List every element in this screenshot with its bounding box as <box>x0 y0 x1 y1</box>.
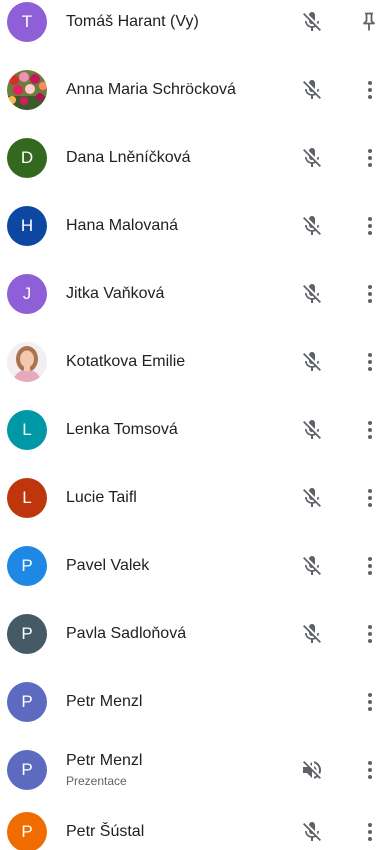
more-vert-icon[interactable] <box>358 758 381 782</box>
more-vert-icon[interactable] <box>358 622 381 646</box>
more-vert-icon[interactable] <box>358 282 381 306</box>
pin-icon[interactable] <box>357 10 381 34</box>
participant-name: Dana Lněníčková <box>66 149 191 166</box>
volume-off-icon <box>303 761 321 779</box>
avatar-photo <box>7 70 47 110</box>
participant-subtitle: Prezentace <box>66 774 127 788</box>
avatar: T <box>7 2 47 42</box>
avatar: P <box>7 682 47 722</box>
mic-off-icon <box>303 12 321 31</box>
participant-name: Pavel Valek <box>66 557 150 574</box>
avatar: P <box>7 614 47 654</box>
more-vert-icon[interactable] <box>358 78 381 102</box>
participant-row[interactable]: Kotatkova Emilie <box>0 328 381 396</box>
participant-name: Kotatkova Emilie <box>66 353 186 370</box>
mic-off-icon <box>303 420 321 439</box>
avatar: L <box>7 478 47 518</box>
avatar: P <box>7 812 47 850</box>
participant-row[interactable]: T Tomáš Harant (Vy) <box>0 0 381 56</box>
participant-row[interactable]: L Lenka Tomsová <box>0 396 381 464</box>
participant-name: Petr Šústal <box>66 823 145 840</box>
more-vert-icon[interactable] <box>358 486 381 510</box>
mic-off-icon <box>303 556 321 575</box>
participant-name: Petr Menzl <box>66 752 143 769</box>
participant-name: Hana Malovaná <box>66 217 179 234</box>
participant-name: Pavla Sadloňová <box>66 625 187 642</box>
avatar: L <box>7 410 47 450</box>
avatar-photo <box>7 342 47 382</box>
participant-row[interactable]: H Hana Malovaná <box>0 192 381 260</box>
participant-row[interactable]: Anna Maria Schröcková <box>0 56 381 124</box>
participant-row[interactable]: P Pavel Valek <box>0 532 381 600</box>
avatar: P <box>7 750 47 790</box>
more-vert-icon[interactable] <box>358 146 381 170</box>
mic-off-icon <box>303 624 321 643</box>
mic-off-icon <box>303 352 321 371</box>
mic-off-icon <box>303 80 321 99</box>
mic-off-icon <box>303 148 321 167</box>
participant-name: Lucie Taifl <box>66 489 137 506</box>
more-vert-icon[interactable] <box>358 554 381 578</box>
participant-name: Jitka Vaňková <box>66 285 165 302</box>
participant-row[interactable]: P Petr Menzl <box>0 668 381 736</box>
mic-off-icon <box>303 284 321 303</box>
mic-off-icon <box>303 822 321 841</box>
participant-row[interactable]: L Lucie Taifl <box>0 464 381 532</box>
avatar: J <box>7 274 47 314</box>
avatar: D <box>7 138 47 178</box>
participant-name: Tomáš Harant (Vy) <box>66 13 199 30</box>
mic-off-icon <box>303 488 321 507</box>
mic-off-icon <box>303 216 321 235</box>
avatar: H <box>7 206 47 246</box>
participant-row[interactable]: P Petr Menzl Prezentace <box>0 736 381 804</box>
participant-row[interactable]: J Jitka Vaňková <box>0 260 381 328</box>
avatar: P <box>7 546 47 586</box>
more-vert-icon[interactable] <box>358 820 381 844</box>
participant-name: Petr Menzl <box>66 693 143 710</box>
participants-list: T Tomáš Harant (Vy) Anna Maria Schröckov… <box>0 0 381 850</box>
participant-name: Lenka Tomsová <box>66 421 178 438</box>
participant-row[interactable]: P Pavla Sadloňová <box>0 600 381 668</box>
participant-name: Anna Maria Schröcková <box>66 81 236 98</box>
participant-row[interactable]: D Dana Lněníčková <box>0 124 381 192</box>
participant-row[interactable]: P Petr Šústal <box>0 798 381 850</box>
more-vert-icon[interactable] <box>358 690 381 714</box>
more-vert-icon[interactable] <box>358 350 381 374</box>
more-vert-icon[interactable] <box>358 418 381 442</box>
more-vert-icon[interactable] <box>358 214 381 238</box>
